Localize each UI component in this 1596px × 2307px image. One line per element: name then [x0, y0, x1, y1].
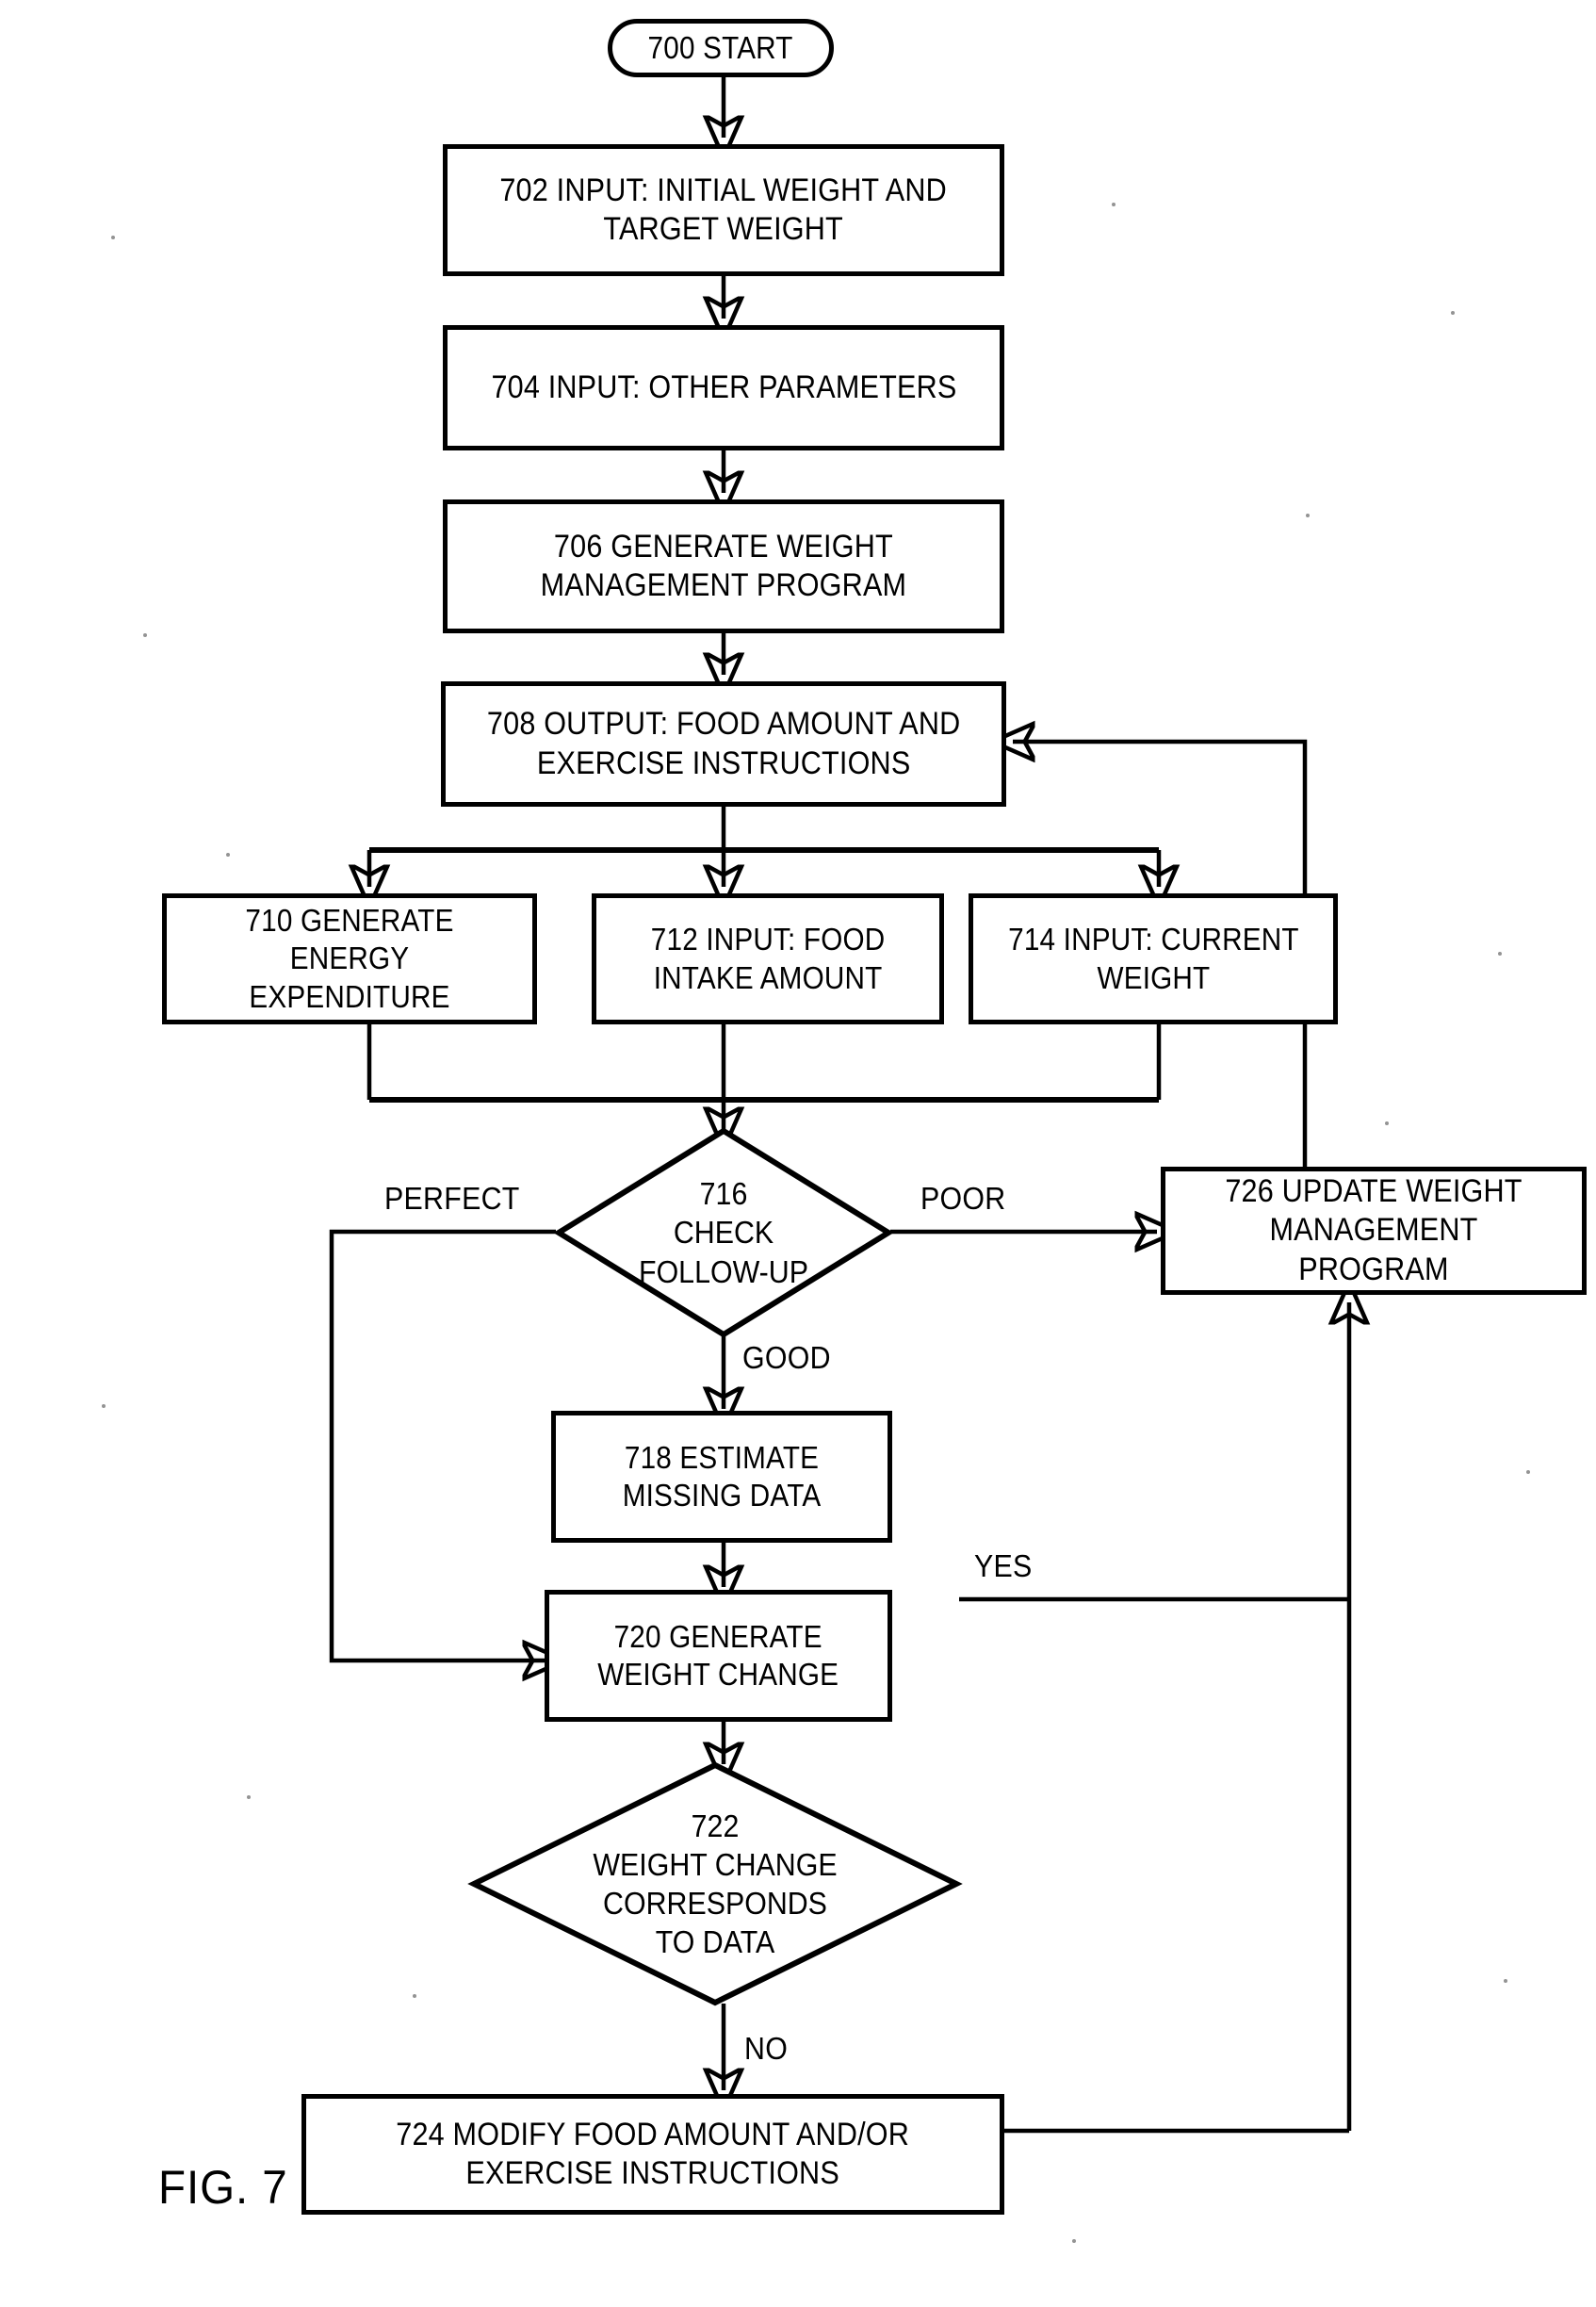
node-702-label: 702 INPUT: INITIAL WEIGHT AND TARGET WEI… [499, 172, 948, 247]
node-704-label: 704 INPUT: OTHER PARAMETERS [490, 368, 956, 405]
scan-speck [1498, 952, 1502, 956]
node-726-label: 726 UPDATE WEIGHT MANAGEMENT PROGRAM [1225, 1172, 1523, 1287]
edge-716-720-perfect [329, 1229, 556, 1661]
node-712-input-food-intake-amount[interactable]: 712 INPUT: FOOD INTAKE AMOUNT [592, 893, 944, 1024]
node-700-start[interactable]: 700 START [608, 19, 834, 77]
node-714-label: 714 INPUT: CURRENT WEIGHT [1007, 922, 1299, 995]
scan-speck [226, 853, 230, 857]
scan-speck [1306, 514, 1310, 517]
scan-speck [1385, 1121, 1389, 1125]
scan-speck [1526, 1470, 1530, 1474]
node-708-output-food-amount-exercise[interactable]: 708 OUTPUT: FOOD AMOUNT AND EXERCISE INS… [441, 681, 1006, 807]
scan-speck [413, 1994, 416, 1998]
node-718-label: 718 ESTIMATE MISSING DATA [622, 1439, 822, 1513]
node-710-generate-energy-expenditure[interactable]: 710 GENERATE ENERGY EXPENDITURE [162, 893, 537, 1024]
node-710-label: 710 GENERATE ENERGY EXPENDITURE [245, 903, 454, 1014]
node-718-estimate-missing-data[interactable]: 718 ESTIMATE MISSING DATA [551, 1411, 892, 1543]
node-712-label: 712 INPUT: FOOD INTAKE AMOUNT [650, 922, 886, 995]
scan-speck [111, 236, 115, 239]
scan-speck [1072, 2239, 1076, 2243]
scan-speck [102, 1404, 106, 1408]
node-714-input-current-weight[interactable]: 714 INPUT: CURRENT WEIGHT [969, 893, 1338, 1024]
node-716-check-follow-up[interactable]: 716 CHECK FOLLOW-UP [553, 1127, 894, 1338]
scan-speck [1112, 203, 1116, 206]
node-724-label: 724 MODIFY FOOD AMOUNT AND/OR EXERCISE I… [396, 2116, 910, 2191]
node-724-modify-food-amount-exercise[interactable]: 724 MODIFY FOOD AMOUNT AND/OR EXERCISE I… [301, 2094, 1004, 2215]
node-720-generate-weight-change[interactable]: 720 GENERATE WEIGHT CHANGE [545, 1590, 892, 1722]
node-722-weight-change-corresponds-to-data[interactable]: 722 WEIGHT CHANGE CORRESPONDS TO DATA [467, 1761, 963, 2006]
scan-speck [247, 1795, 251, 1799]
node-726-update-weight-management-program[interactable]: 726 UPDATE WEIGHT MANAGEMENT PROGRAM [1161, 1167, 1587, 1295]
scan-speck [1451, 311, 1455, 315]
figure-caption: FIG. 7 [158, 2161, 288, 2214]
node-720-label: 720 GENERATE WEIGHT CHANGE [597, 1618, 839, 1692]
node-700-label: 700 START [647, 29, 794, 65]
edge-label-perfect: PERFECT [384, 1181, 520, 1216]
node-702-input-initial-target-weight[interactable]: 702 INPUT: INITIAL WEIGHT AND TARGET WEI… [443, 144, 1004, 276]
node-708-label: 708 OUTPUT: FOOD AMOUNT AND EXERCISE INS… [486, 706, 961, 781]
edge-label-no: NO [744, 2031, 789, 2066]
figure-canvas: 700 START 702 INPUT: INITIAL WEIGHT AND … [0, 0, 1596, 2307]
scan-speck [1504, 1979, 1507, 1983]
edge-label-yes: YES [974, 1548, 1033, 1583]
node-716-label: 716 CHECK FOLLOW-UP [639, 1176, 808, 1289]
edge-label-good: GOOD [742, 1340, 831, 1375]
scan-speck [143, 633, 147, 637]
node-704-input-other-parameters[interactable]: 704 INPUT: OTHER PARAMETERS [443, 325, 1004, 450]
node-722-label: 722 WEIGHT CHANGE CORRESPONDS TO DATA [593, 1808, 838, 1960]
node-706-label: 706 GENERATE WEIGHT MANAGEMENT PROGRAM [540, 528, 907, 603]
edge-label-poor: POOR [920, 1181, 1006, 1216]
node-706-generate-weight-management-program[interactable]: 706 GENERATE WEIGHT MANAGEMENT PROGRAM [443, 499, 1004, 633]
